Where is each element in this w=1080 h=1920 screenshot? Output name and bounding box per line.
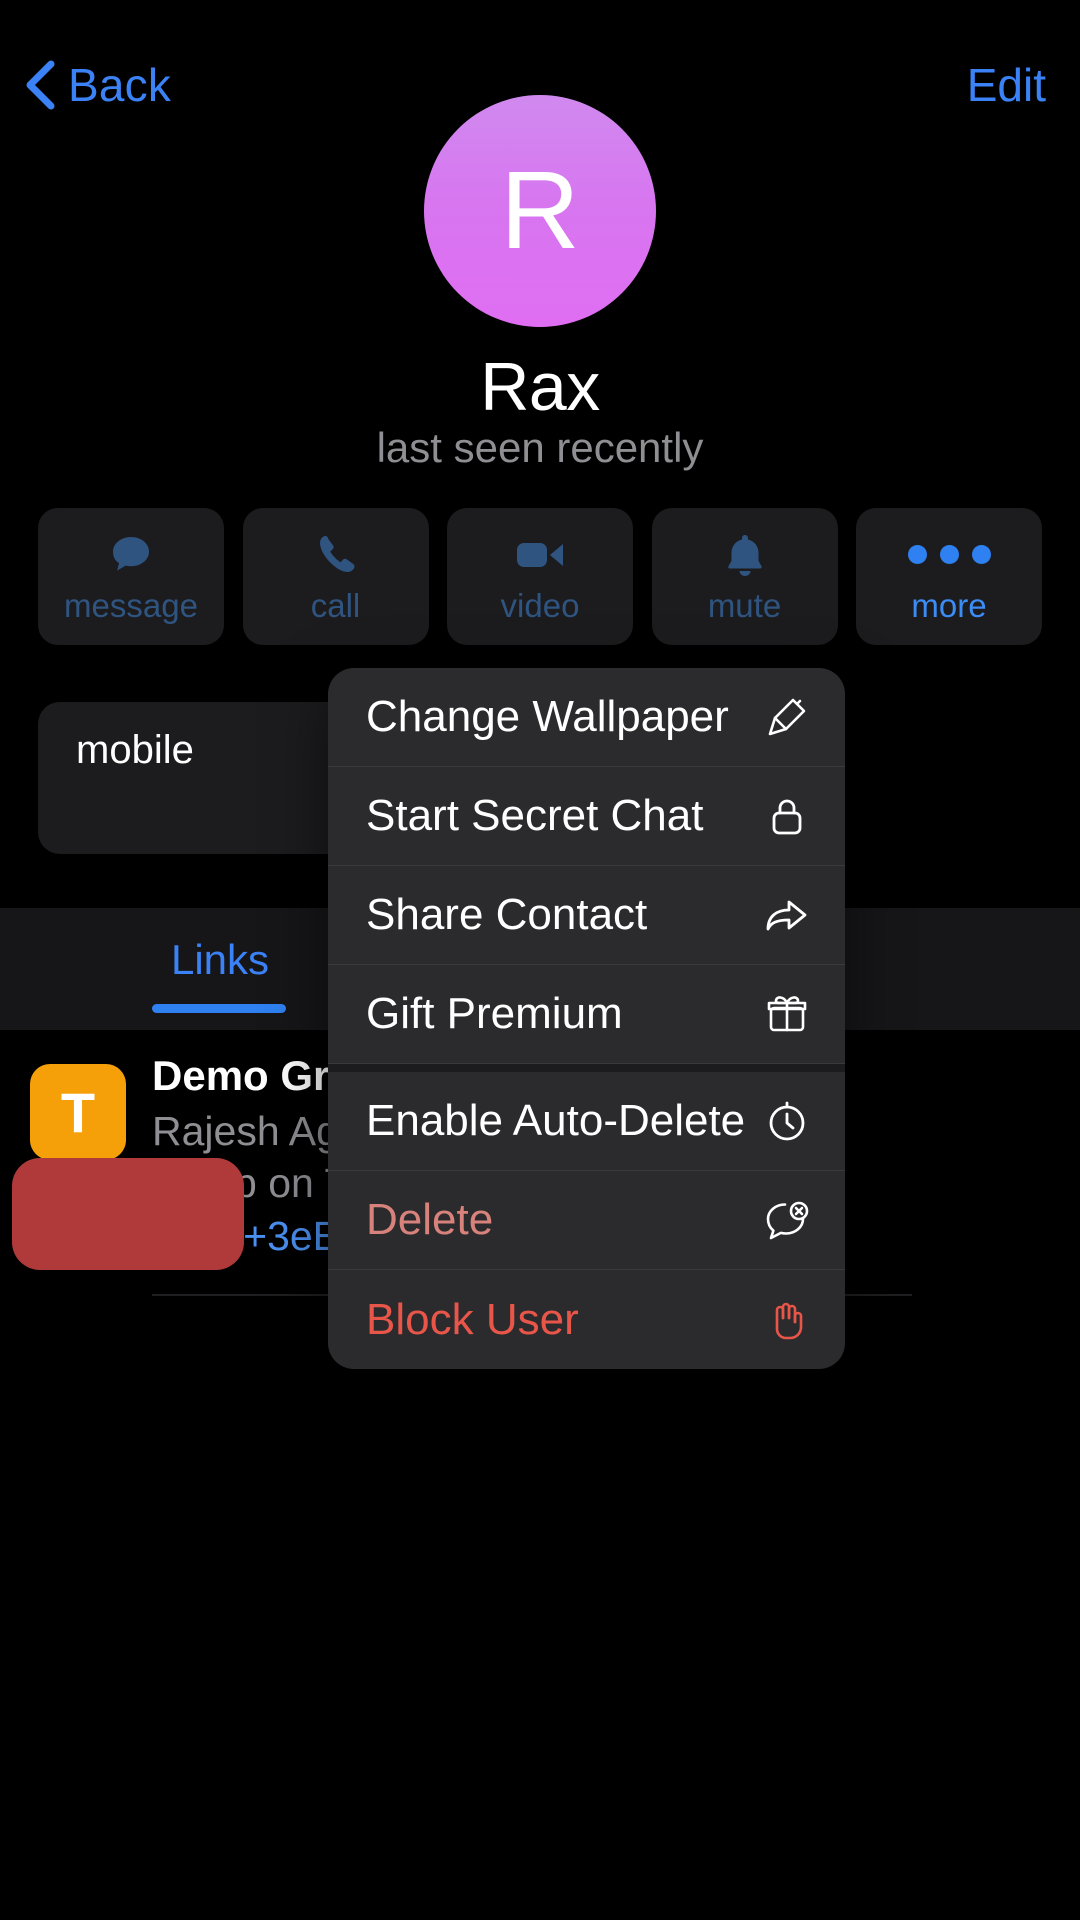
timer-icon xyxy=(761,1095,813,1147)
back-button[interactable]: Back xyxy=(22,58,171,112)
action-button-label: call xyxy=(310,586,361,624)
edit-button[interactable]: Edit xyxy=(967,58,1046,112)
message-bubble-icon xyxy=(106,529,156,581)
menu-item-label: Gift Premium xyxy=(366,989,623,1038)
delete-press-highlight xyxy=(12,1158,244,1270)
menu-item-label: Share Contact xyxy=(366,890,648,939)
context-menu: Change Wallpaper Start Secret Chat Share… xyxy=(328,668,845,1369)
action-button-label: mute xyxy=(707,586,782,624)
brush-icon xyxy=(761,691,813,743)
tab-indicator xyxy=(152,1004,286,1013)
bell-icon xyxy=(720,529,770,581)
phone-icon xyxy=(311,529,361,581)
menu-item-start-secret-chat[interactable]: Start Secret Chat xyxy=(328,767,845,866)
avatar-initial: R xyxy=(500,149,580,272)
action-button-video[interactable]: video xyxy=(447,508,633,645)
menu-item-block-user[interactable]: Block User xyxy=(328,1270,845,1369)
avatar[interactable]: R xyxy=(424,95,656,327)
lock-icon xyxy=(761,790,813,842)
menu-item-enable-auto-delete[interactable]: Enable Auto-Delete xyxy=(328,1072,845,1171)
menu-item-change-wallpaper[interactable]: Change Wallpaper xyxy=(328,668,845,767)
profile-screen: Back Edit R Rax last seen recently messa… xyxy=(0,0,1080,1920)
action-button-label: video xyxy=(500,586,580,624)
action-button-message[interactable]: message xyxy=(38,508,224,645)
menu-item-label: Block User xyxy=(366,1294,579,1344)
chevron-left-icon xyxy=(26,60,55,110)
menu-item-label: Change Wallpaper xyxy=(366,692,729,741)
menu-item-delete[interactable]: Delete xyxy=(328,1171,845,1270)
page-title: Rax xyxy=(480,349,600,425)
action-button-mute[interactable]: mute xyxy=(651,508,838,645)
menu-item-label: Enable Auto-Delete xyxy=(366,1096,746,1145)
action-button-label: more xyxy=(911,586,987,624)
chat-delete-icon xyxy=(761,1194,813,1246)
hand-stop-icon xyxy=(761,1294,813,1346)
video-camera-icon xyxy=(513,529,567,581)
gift-icon xyxy=(761,988,813,1040)
menu-item-label: Delete xyxy=(366,1195,494,1244)
link-thumbnail: T xyxy=(30,1064,126,1160)
menu-item-gift-premium[interactable]: Gift Premium xyxy=(328,965,845,1064)
back-button-label: Back xyxy=(68,59,172,111)
menu-item-label: Start Secret Chat xyxy=(366,791,704,840)
status-text: last seen recently xyxy=(376,424,704,471)
action-button-label: message xyxy=(64,586,198,624)
action-button-more[interactable]: more xyxy=(856,508,1042,645)
share-arrow-icon xyxy=(761,889,813,941)
action-button-call[interactable]: call xyxy=(242,508,429,645)
action-button-row: message call video mute more xyxy=(38,508,1042,645)
menu-section-divider xyxy=(328,1064,845,1072)
link-thumbnail-letter: T xyxy=(60,1080,96,1144)
menu-item-share-contact[interactable]: Share Contact xyxy=(328,866,845,965)
ellipsis-icon xyxy=(907,529,991,581)
